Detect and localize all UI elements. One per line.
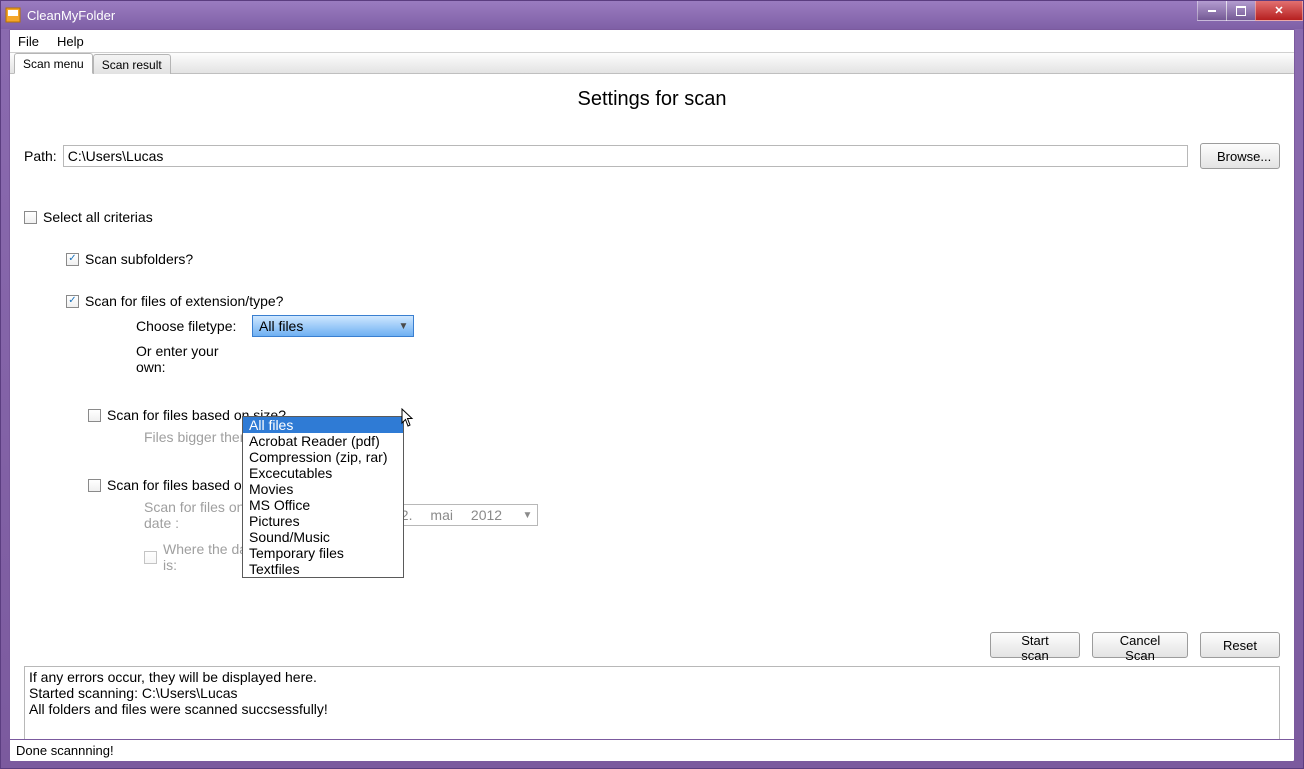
log-line: Started scanning: C:\Users\Lucas: [29, 685, 1275, 701]
enter-own-label: Or enter your own:: [136, 343, 246, 375]
log-textbox[interactable]: If any errors occur, they will be displa…: [24, 666, 1280, 739]
date-checkbox[interactable]: [88, 479, 101, 492]
subfolders-label: Scan subfolders?: [85, 251, 193, 267]
maximize-button[interactable]: [1226, 1, 1256, 21]
close-button[interactable]: [1255, 1, 1303, 21]
titlebar[interactable]: CleanMyFolder: [1, 1, 1303, 29]
status-text: Done scannning!: [16, 743, 114, 758]
statusbar: Done scannning!: [9, 740, 1295, 762]
where-date-checkbox[interactable]: [144, 551, 157, 564]
browse-button[interactable]: Browse...: [1200, 143, 1280, 169]
date-month: mai: [430, 507, 453, 523]
filetype-option[interactable]: Compression (zip, rar): [243, 449, 403, 465]
filetype-option[interactable]: Temporary files: [243, 545, 403, 561]
window-controls: [1198, 1, 1303, 21]
start-scan-button[interactable]: Start scan: [990, 632, 1080, 658]
page-title: Settings for scan: [24, 88, 1280, 111]
filetype-option[interactable]: Sound/Music: [243, 529, 403, 545]
content-area: Settings for scan Path: Browse... Select…: [10, 74, 1294, 739]
extension-checkbox[interactable]: [66, 295, 79, 308]
filetype-option[interactable]: Acrobat Reader (pdf): [243, 433, 403, 449]
filetype-combo[interactable]: All files ▼: [252, 315, 414, 337]
reset-button[interactable]: Reset: [1200, 632, 1280, 658]
tab-scan-menu[interactable]: Scan menu: [14, 53, 93, 74]
filetype-option[interactable]: Movies: [243, 481, 403, 497]
cancel-scan-button[interactable]: Cancel Scan: [1092, 632, 1188, 658]
client-area: File Help Scan menu Scan result Settings…: [9, 29, 1295, 740]
menu-help[interactable]: Help: [57, 34, 84, 49]
subfolders-checkbox[interactable]: [66, 253, 79, 266]
filetype-option[interactable]: Pictures: [243, 513, 403, 529]
filetype-option[interactable]: MS Office: [243, 497, 403, 513]
filetype-dropdown[interactable]: All files Acrobat Reader (pdf) Compressi…: [242, 416, 404, 578]
minimize-button[interactable]: [1197, 1, 1227, 21]
log-line: If any errors occur, they will be displa…: [29, 669, 1275, 685]
path-label: Path:: [24, 148, 57, 164]
path-input[interactable]: [63, 145, 1188, 167]
size-sublabel: Files bigger then:: [144, 429, 251, 445]
menubar: File Help: [10, 30, 1294, 52]
filetype-selected-value: All files: [259, 318, 303, 334]
menu-file[interactable]: File: [18, 34, 39, 49]
window-title: CleanMyFolder: [27, 8, 1299, 23]
app-icon: [5, 7, 21, 23]
filetype-option[interactable]: Excecutables: [243, 465, 403, 481]
date-year: 2012: [471, 507, 502, 523]
filetype-option[interactable]: All files: [243, 417, 403, 433]
extension-label: Scan for files of extension/type?: [85, 293, 283, 309]
date-picker[interactable]: 12. mai 2012 ▼: [388, 504, 538, 526]
size-checkbox[interactable]: [88, 409, 101, 422]
filetype-option[interactable]: Textfiles: [243, 561, 403, 577]
select-all-checkbox[interactable]: [24, 211, 37, 224]
chevron-down-icon: ▼: [520, 510, 535, 521]
chevron-down-icon: ▼: [396, 321, 411, 332]
action-buttons: Start scan Cancel Scan Reset: [990, 632, 1280, 658]
select-all-label: Select all criterias: [43, 209, 153, 225]
choose-filetype-label: Choose filetype:: [136, 318, 246, 334]
tab-scan-result[interactable]: Scan result: [93, 54, 171, 74]
application-window: CleanMyFolder File Help Scan menu Scan r…: [0, 0, 1304, 769]
log-line: All folders and files were scanned succs…: [29, 701, 1275, 717]
tabstrip: Scan menu Scan result: [10, 52, 1294, 74]
